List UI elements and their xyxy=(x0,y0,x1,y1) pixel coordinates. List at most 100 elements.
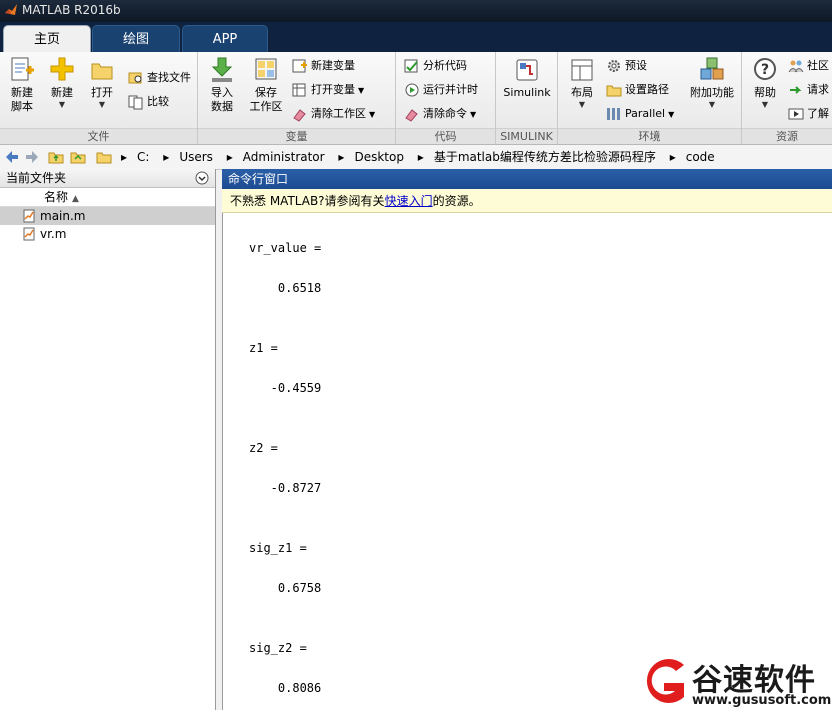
variable-group-label: 变量 xyxy=(198,128,395,144)
run-and-time-label: 运行并计时 xyxy=(423,83,478,96)
learn-button[interactable]: 了解 xyxy=(788,104,829,124)
layout-icon xyxy=(571,59,593,81)
path-folder-icon xyxy=(96,152,112,164)
new-variable-button[interactable]: 新建变量 xyxy=(292,56,355,76)
request-support-icon xyxy=(790,86,802,94)
output-label: z1 = xyxy=(249,341,278,355)
parallel-button[interactable]: Parallel ▼ xyxy=(606,104,674,124)
addons-label: 附加功能 xyxy=(690,86,734,99)
file-item-main[interactable]: main.m xyxy=(0,207,215,225)
layout-label: 布局 xyxy=(571,86,593,99)
clear-workspace-dropdown-icon[interactable]: ▼ xyxy=(369,110,375,119)
breadcrumb-item[interactable]: code xyxy=(686,150,715,164)
address-bar: ▸ C: ▸ Users ▸ Administrator ▸ Desktop ▸ 基于ma… xyxy=(0,145,832,170)
info-suffix: 的资源。 xyxy=(432,194,481,208)
breadcrumb-item[interactable]: 基于matlab编程传统方差比检验源码程序 xyxy=(434,150,656,164)
compare-button[interactable]: 比较 xyxy=(128,92,169,112)
gear-icon xyxy=(608,60,620,72)
breadcrumb-item[interactable]: Desktop xyxy=(354,150,404,164)
parallel-icon xyxy=(607,108,620,120)
output-label: z2 = xyxy=(249,441,278,455)
ribbon: 新建 脚本 新建 ▼ 打开 ▼ 查找文件 比较 文件 导入 数据 保存 工作区 … xyxy=(0,52,832,145)
set-path-folder-icon xyxy=(606,85,622,97)
ribbon-tab-strip: 主页 绘图 APP xyxy=(0,22,832,52)
clear-commands-button[interactable]: 清除命令 ▼ xyxy=(404,104,476,124)
simulink-button[interactable]: Simulink xyxy=(500,56,554,100)
output-label: sig_z1 = xyxy=(249,541,307,555)
parallel-dropdown-icon[interactable]: ▼ xyxy=(668,110,674,119)
breadcrumb-item[interactable]: Users xyxy=(179,150,213,164)
new-script-button[interactable]: 新建 脚本 xyxy=(4,56,40,114)
clear-commands-dropdown-icon[interactable]: ▼ xyxy=(470,110,476,119)
community-people-icon xyxy=(788,60,804,73)
browse-folder-icon[interactable] xyxy=(70,149,86,165)
layout-button[interactable]: 布局 ▼ xyxy=(562,56,602,110)
set-path-button[interactable]: 设置路径 xyxy=(606,80,669,100)
open-label: 打开 xyxy=(91,86,113,99)
code-group: 分析代码 运行并计时 清除命令 ▼ 代码 xyxy=(396,52,496,144)
save-workspace-button[interactable]: 保存 工作区 xyxy=(246,56,286,114)
preferences-button[interactable]: 预设 xyxy=(606,56,647,76)
resources-group: ? 帮助 ▼ 社区 请求 了解 资源 xyxy=(742,52,832,144)
new-script-label: 新建 脚本 xyxy=(11,86,33,113)
new-variable-icon xyxy=(292,59,307,73)
find-files-button[interactable]: 查找文件 xyxy=(128,68,191,88)
getting-started-infobar: 不熟悉 MATLAB?请参阅有关快速入门的资源。 xyxy=(222,189,832,213)
current-folder-panel: 当前文件夹 名称 ▲ main.m vr.m xyxy=(0,169,216,710)
window-title: MATLAB R2016b xyxy=(22,3,121,17)
simulink-group: Simulink SIMULINK xyxy=(496,52,558,144)
community-button[interactable]: 社区 xyxy=(788,56,829,76)
current-folder-title: 当前文件夹 xyxy=(6,171,67,185)
analyze-code-button[interactable]: 分析代码 xyxy=(404,56,467,76)
help-button[interactable]: ? 帮助 ▼ xyxy=(746,56,784,110)
new-button[interactable]: 新建 ▼ xyxy=(44,56,80,110)
compare-label: 比较 xyxy=(147,95,169,108)
forward-arrow-icon[interactable] xyxy=(24,149,40,165)
title-bar: MATLAB R2016b xyxy=(0,0,832,22)
tab-plots[interactable]: 绘图 xyxy=(92,25,180,52)
tab-apps[interactable]: APP xyxy=(182,25,268,52)
import-data-button[interactable]: 导入 数据 xyxy=(204,56,240,114)
name-column-header[interactable]: 名称 ▲ xyxy=(0,188,215,207)
clear-workspace-button[interactable]: 清除工作区 ▼ xyxy=(292,104,375,124)
environment-group-label: 环境 xyxy=(558,128,741,144)
svg-text:?: ? xyxy=(761,62,769,78)
matlab-logo-icon xyxy=(5,4,17,15)
find-files-label: 查找文件 xyxy=(147,71,191,84)
breadcrumb-item[interactable]: Administrator xyxy=(243,150,325,164)
help-dropdown-icon: ▼ xyxy=(761,100,769,109)
getting-started-link[interactable]: 快速入门 xyxy=(385,194,433,208)
help-icon: ? xyxy=(754,58,776,80)
simulink-label: Simulink xyxy=(503,86,551,99)
panel-menu-icon[interactable] xyxy=(195,171,209,185)
open-button[interactable]: 打开 ▼ xyxy=(84,56,120,110)
command-window-header: 命令行窗口 xyxy=(222,169,832,189)
run-and-time-button[interactable]: 运行并计时 xyxy=(404,80,478,100)
clear-commands-icon xyxy=(405,109,418,122)
request-support-button[interactable]: 请求 xyxy=(788,80,829,100)
analyze-code-label: 分析代码 xyxy=(423,59,467,72)
open-folder-icon xyxy=(91,63,113,80)
breadcrumb-separator-icon: ▸ xyxy=(121,150,128,164)
addons-button[interactable]: 附加功能 ▼ xyxy=(684,56,740,110)
output-value: 0.8086 xyxy=(249,681,322,695)
file-item-vr[interactable]: vr.m xyxy=(0,225,215,243)
save-workspace-label: 保存 工作区 xyxy=(249,86,283,113)
request-support-label: 请求 xyxy=(807,83,829,96)
tab-home[interactable]: 主页 xyxy=(3,25,91,52)
m-file-icon xyxy=(23,209,35,223)
file-group-label: 文件 xyxy=(0,128,197,144)
sort-ascending-icon: ▲ xyxy=(72,194,79,204)
breadcrumb-item[interactable]: C: xyxy=(137,150,149,164)
up-folder-icon[interactable] xyxy=(48,149,64,165)
clear-workspace-label: 清除工作区 xyxy=(311,107,366,120)
open-variable-button[interactable]: 打开变量 ▼ xyxy=(292,80,364,100)
open-dropdown-icon: ▼ xyxy=(98,100,106,109)
output-value: -0.4559 xyxy=(249,381,322,395)
run-and-time-icon xyxy=(405,83,419,97)
layout-dropdown-icon: ▼ xyxy=(578,100,586,109)
back-arrow-icon[interactable] xyxy=(4,149,20,165)
open-variable-dropdown-icon[interactable]: ▼ xyxy=(358,86,364,95)
command-window-output[interactable]: vr_value = 0.6518 z1 = -0.4559 z2 = -0.8… xyxy=(222,213,832,710)
simulink-group-label: SIMULINK xyxy=(496,128,557,144)
